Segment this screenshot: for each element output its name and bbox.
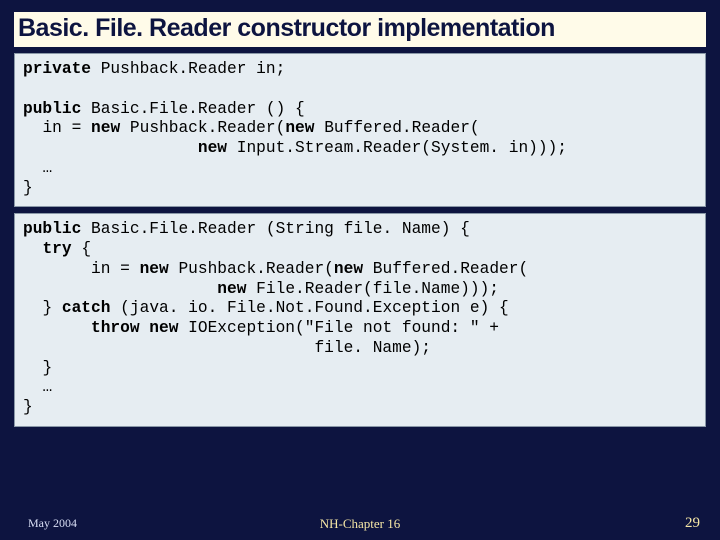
code-block-2: public Basic.File.Reader (String file. N… bbox=[14, 213, 706, 427]
code-block-1: private Pushback.Reader in; public Basic… bbox=[14, 53, 706, 207]
footer-chapter: NH-Chapter 16 bbox=[320, 516, 401, 532]
page-number: 29 bbox=[685, 515, 700, 532]
slide-title: Basic. File. Reader constructor implemen… bbox=[14, 12, 706, 47]
slide: Basic. File. Reader constructor implemen… bbox=[0, 0, 720, 540]
footer-date: May 2004 bbox=[28, 516, 77, 531]
footer: May 2004 NH-Chapter 16 29 bbox=[0, 515, 720, 532]
